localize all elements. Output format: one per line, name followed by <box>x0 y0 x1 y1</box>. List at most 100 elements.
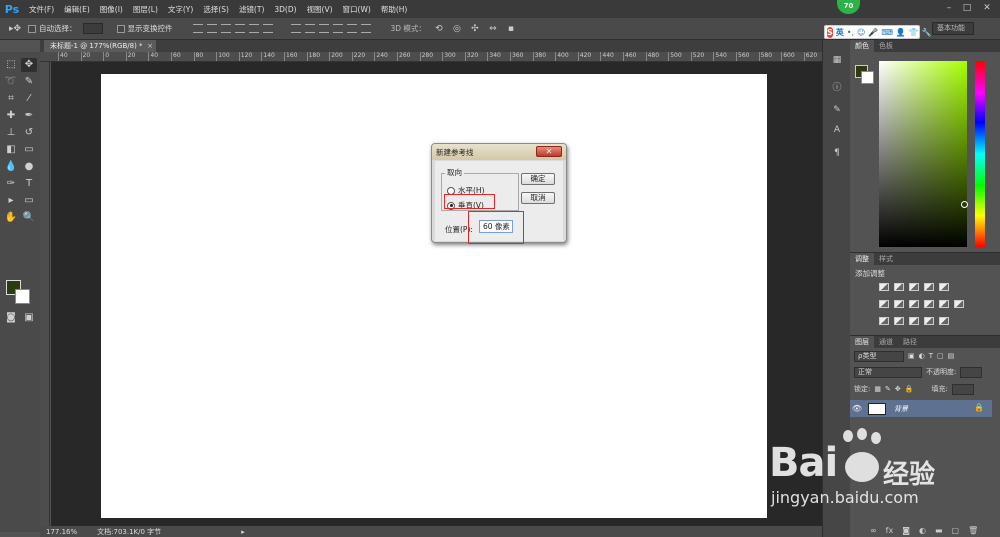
history-panel-icon[interactable]: ▦ <box>830 55 844 67</box>
layer-filter-dropdown[interactable]: ρ类型 <box>854 350 904 362</box>
auto-select-checkbox[interactable] <box>28 24 36 33</box>
align-hcenter-icon[interactable] <box>248 24 259 33</box>
ime-emoji-icon[interactable]: ☺ <box>857 28 865 37</box>
dialog-titlebar[interactable]: 新建参考线 ✕ <box>432 144 566 160</box>
selective-color-icon[interactable] <box>924 317 934 325</box>
tab-layers[interactable]: 图层 <box>850 336 874 348</box>
brightness-icon[interactable] <box>879 283 889 291</box>
dodge-tool-icon[interactable]: ● <box>21 160 37 174</box>
close-button[interactable]: ✕ <box>980 2 994 14</box>
document-canvas[interactable] <box>101 74 767 518</box>
brush-panel-icon[interactable]: ✎ <box>830 105 844 117</box>
lock-transparent-icon[interactable]: ▦ <box>874 385 881 393</box>
quick-mask-icon[interactable]: ◙ <box>3 311 19 325</box>
ime-punct-icon[interactable]: •, <box>847 28 854 37</box>
ime-language[interactable]: 英 <box>836 27 844 38</box>
healing-brush-tool-icon[interactable]: ✚ <box>3 109 19 123</box>
eyedropper-tool-icon[interactable]: ⁄ <box>21 92 37 106</box>
tab-close-icon[interactable]: × <box>147 40 153 52</box>
channel-mixer-icon[interactable] <box>939 300 949 308</box>
ok-button[interactable]: 确定 <box>521 173 555 185</box>
type-tool-icon[interactable]: T <box>21 177 37 191</box>
menu-file[interactable]: 文件(F) <box>24 4 59 15</box>
ime-voice-icon[interactable]: 🎤 <box>868 28 878 37</box>
menu-layer[interactable]: 图层(L) <box>128 4 163 15</box>
align-right-icon[interactable] <box>262 24 273 33</box>
vibrance-icon[interactable] <box>939 283 949 291</box>
threshold-icon[interactable] <box>909 317 919 325</box>
pen-tool-icon[interactable]: ✑ <box>3 177 19 191</box>
exposure-icon[interactable] <box>924 283 934 291</box>
zoom-level[interactable]: 177.16% <box>46 528 77 536</box>
clone-stamp-tool-icon[interactable]: ⊥ <box>3 126 19 140</box>
paragraph-panel-icon[interactable]: ¶ <box>830 148 844 160</box>
blend-mode-dropdown[interactable]: 正常 <box>854 366 922 378</box>
distribute-vcenter-icon[interactable] <box>304 24 315 33</box>
horizontal-ruler[interactable]: 40 20 0 20 40 60 80 100 120 140 160 180 200 220 240 260… <box>40 52 822 62</box>
maximize-button[interactable]: □ <box>960 2 974 14</box>
hand-tool-icon[interactable]: ✋ <box>3 211 19 225</box>
marquee-tool-icon[interactable]: ⬚ <box>3 58 19 72</box>
color-lookup-icon[interactable] <box>954 300 964 308</box>
auto-select-option[interactable]: 自动选择： <box>28 23 77 34</box>
ime-keyboard-icon[interactable]: ⌨ <box>881 28 893 37</box>
align-vcenter-icon[interactable] <box>206 24 217 33</box>
3d-slide-icon[interactable]: ⇔ <box>486 23 500 35</box>
show-transform-checkbox[interactable] <box>116 24 125 33</box>
align-bottom-icon[interactable] <box>220 24 231 33</box>
filter-type-icon[interactable]: T <box>929 352 933 360</box>
3d-roll-icon[interactable]: ◎ <box>450 23 464 35</box>
panel-background-swatch[interactable] <box>861 71 874 84</box>
distribute-left-icon[interactable] <box>332 24 343 33</box>
tab-styles[interactable]: 样式 <box>874 253 898 265</box>
menu-3d[interactable]: 3D(D) <box>269 5 301 14</box>
black-white-icon[interactable] <box>909 300 919 308</box>
menu-image[interactable]: 图像(I) <box>95 4 128 15</box>
history-brush-tool-icon[interactable]: ↺ <box>21 126 37 140</box>
curves-icon[interactable] <box>909 283 919 291</box>
auto-select-dropdown[interactable] <box>82 23 103 34</box>
distribute-bottom-icon[interactable] <box>318 24 329 33</box>
filter-pixel-icon[interactable]: ▣ <box>908 352 915 360</box>
layer-name[interactable]: 背景 <box>894 404 908 414</box>
tab-color[interactable]: 颜色 <box>850 40 874 52</box>
hue-saturation-icon[interactable] <box>879 300 889 308</box>
move-tool-icon[interactable]: ▸✥ <box>8 23 22 35</box>
minimize-button[interactable]: – <box>942 2 956 14</box>
status-menu-arrow-icon[interactable]: ▸ <box>241 528 245 536</box>
align-left-icon[interactable] <box>234 24 245 33</box>
align-top-icon[interactable] <box>192 24 203 33</box>
tab-channels[interactable]: 通道 <box>874 336 898 348</box>
photo-filter-icon[interactable] <box>924 300 934 308</box>
background-color-swatch[interactable] <box>15 289 30 304</box>
tab-adjustments[interactable]: 调整 <box>850 253 874 265</box>
fill-input[interactable] <box>951 383 974 395</box>
new-adjustment-icon[interactable]: ◐ <box>919 526 926 535</box>
menu-filter[interactable]: 滤镜(T) <box>234 4 269 15</box>
color-balance-icon[interactable] <box>894 300 904 308</box>
3d-drag-icon[interactable]: ✣ <box>468 23 482 35</box>
gradient-map-icon[interactable] <box>939 317 949 325</box>
document-tab[interactable]: 未标题-1 @ 177%(RGB/8) * × <box>44 40 156 52</box>
brush-tool-icon[interactable]: ✒ <box>21 109 37 123</box>
tab-paths[interactable]: 路径 <box>898 336 922 348</box>
layer-row-background[interactable]: 👁 背景 🔒 <box>850 400 992 417</box>
gradient-tool-icon[interactable]: ▭ <box>21 143 37 157</box>
cancel-button[interactable]: 取消 <box>521 192 555 204</box>
3d-rotate-icon[interactable]: ⟲ <box>432 23 446 35</box>
lock-pixels-icon[interactable]: ✎ <box>885 385 891 393</box>
distribute-top-icon[interactable] <box>290 24 301 33</box>
menu-view[interactable]: 视图(V) <box>302 4 338 15</box>
menu-select[interactable]: 选择(S) <box>198 4 234 15</box>
info-panel-icon[interactable]: ⓘ <box>830 80 844 93</box>
3d-scale-icon[interactable]: ▪ <box>504 23 518 35</box>
tab-swatches[interactable]: 色板 <box>874 40 898 52</box>
distribute-hcenter-icon[interactable] <box>346 24 357 33</box>
ime-tools-icon[interactable]: 🔧 <box>922 28 932 37</box>
hue-slider[interactable] <box>975 61 985 247</box>
invert-icon[interactable] <box>879 317 889 325</box>
posterize-icon[interactable] <box>894 317 904 325</box>
menu-window[interactable]: 窗口(W) <box>338 4 376 15</box>
menu-type[interactable]: 文字(Y) <box>163 4 198 15</box>
filter-adjust-icon[interactable]: ◐ <box>919 352 925 360</box>
